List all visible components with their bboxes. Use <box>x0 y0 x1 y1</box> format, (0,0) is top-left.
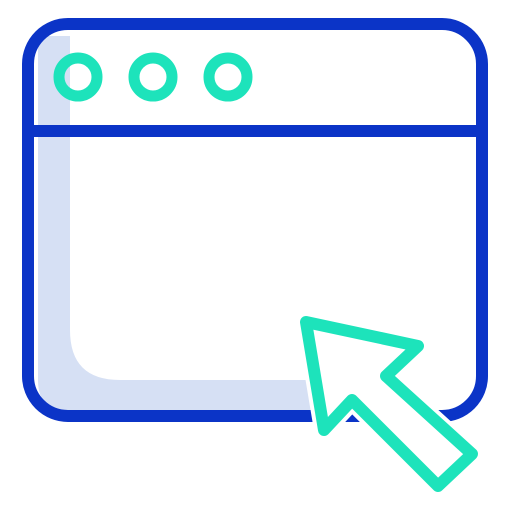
cursor-arrow-icon <box>300 316 478 492</box>
icon-canvas <box>22 18 488 496</box>
window-dot-icon <box>203 52 253 102</box>
window-dot-icon <box>128 52 178 102</box>
browser-window-cursor-icon <box>0 0 512 512</box>
